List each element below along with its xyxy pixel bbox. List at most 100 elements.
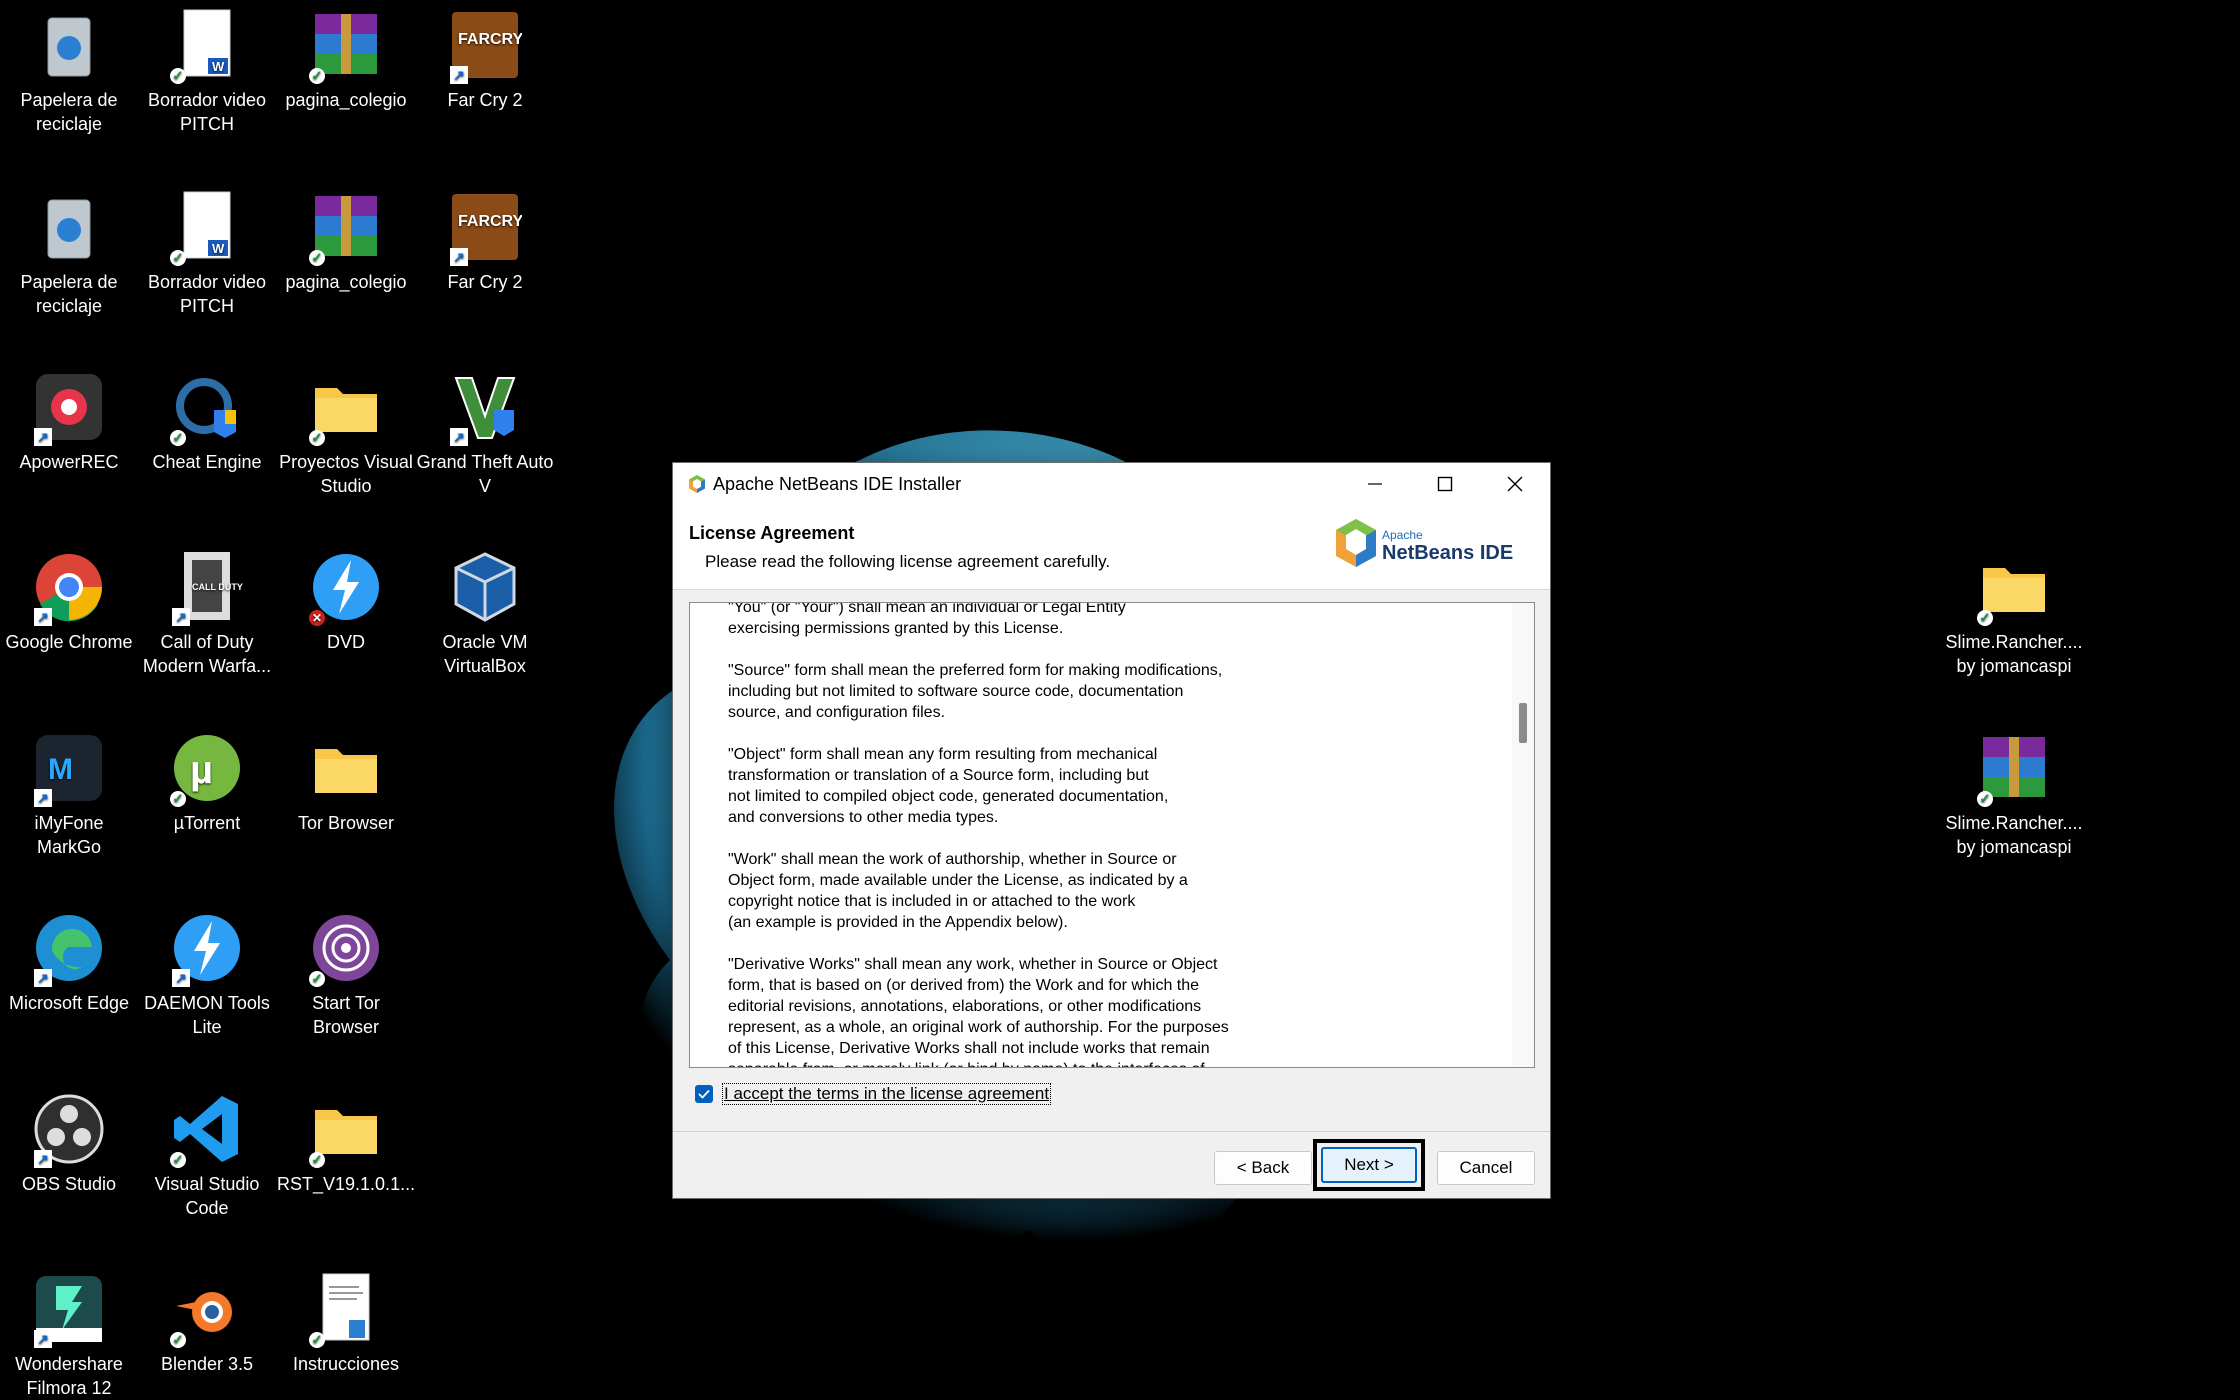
desktop-icon-dvd[interactable]: ✕ DVD	[277, 550, 415, 654]
installer-window: Apache NetBeans IDE Installer License Ag…	[672, 462, 1551, 1199]
svg-text:µ: µ	[190, 748, 213, 792]
desktop-icon-archive[interactable]: ✓ pagina_colegio	[277, 190, 415, 294]
accept-terms-checkbox[interactable]	[695, 1085, 713, 1103]
word-document-icon: W ✓	[170, 8, 244, 84]
desktop-icon-vscode[interactable]: ✓ Visual Studio Code	[138, 1092, 276, 1220]
chrome-icon: ↗	[32, 550, 106, 626]
desktop-icon-folder[interactable]: ✓ Proyectos Visual Studio	[277, 370, 415, 498]
recycle-bin-icon	[32, 8, 106, 82]
sync-check-icon: ✓	[170, 68, 186, 84]
apowerrec-icon: ↗	[32, 370, 106, 446]
scrollbar-thumb[interactable]	[1519, 703, 1527, 743]
desktop-icon-obs[interactable]: ↗ OBS Studio	[0, 1092, 138, 1196]
minimize-button[interactable]	[1340, 463, 1410, 505]
desktop-icon-gta[interactable]: ↗ Grand Theft Auto V	[416, 370, 554, 498]
call-of-duty-icon: CALL DUTY ↗	[170, 550, 244, 626]
desktop-icon-word-doc[interactable]: W ✓ Borrador video PITCH	[138, 8, 276, 136]
desktop-icon-virtualbox[interactable]: Oracle VM VirtualBox	[416, 550, 554, 678]
svg-text:W: W	[212, 241, 225, 256]
desktop-icon-far-cry[interactable]: FARCRY2↗ Far Cry 2	[416, 8, 554, 112]
accept-terms-label[interactable]: I accept the terms in the license agreem…	[721, 1083, 1052, 1105]
title-bar[interactable]: Apache NetBeans IDE Installer	[673, 463, 1550, 505]
desktop-icon-tor-browser[interactable]: ✓ Start Tor Browser	[277, 911, 415, 1039]
close-button[interactable]	[1480, 463, 1550, 505]
shortcut-arrow-icon: ↗	[172, 969, 190, 987]
folder-icon	[309, 731, 383, 805]
desktop-icon-slime-rancher-archive[interactable]: ✓ Slime.Rancher.... by jomancaspi	[1945, 731, 2083, 859]
desktop-icon-folder[interactable]: Tor Browser	[277, 731, 415, 835]
shortcut-arrow-icon: ↗	[34, 789, 52, 807]
desktop-icon-filmora[interactable]: ↗ Wondershare Filmora 12	[0, 1272, 138, 1400]
logo-netbeans-text: NetBeans IDE	[1382, 542, 1513, 564]
folder-icon: ✓	[1977, 550, 2051, 626]
blender-icon: ✓	[170, 1272, 244, 1348]
word-document-icon: W ✓	[170, 190, 244, 266]
edge-icon: ↗	[32, 911, 106, 987]
sync-check-icon: ✓	[309, 68, 325, 84]
desktop-icon-recycle-bin[interactable]: Papelera de reciclaje	[0, 190, 138, 318]
sync-check-icon: ✓	[170, 1332, 186, 1348]
tor-browser-icon: ✓	[309, 911, 383, 987]
shortcut-arrow-icon: ↗	[34, 1150, 52, 1168]
sync-check-icon: ✓	[309, 250, 325, 266]
virtualbox-icon	[448, 550, 522, 624]
logo-apache-text: Apache	[1382, 528, 1423, 542]
license-text-area[interactable]: "You" (or "Your") shall mean an individu…	[689, 602, 1535, 1068]
desktop-icon-far-cry[interactable]: FARCRY2↗ Far Cry 2	[416, 190, 554, 294]
page-title: License Agreement	[689, 523, 855, 543]
desktop-icon-folder[interactable]: ✓ RST_V19.1.0.1...	[277, 1092, 415, 1196]
winrar-archive-icon: ✓	[1977, 731, 2051, 807]
shortcut-arrow-icon: ↗	[450, 428, 468, 446]
checkmark-icon	[698, 1089, 710, 1099]
sync-check-icon: ✓	[1977, 610, 1993, 626]
license-scrollbar[interactable]	[1512, 603, 1534, 1067]
utorrent-icon: µ ✓	[170, 731, 244, 807]
desktop-icon-daemon-tools[interactable]: ↗ DAEMON Tools Lite	[138, 911, 276, 1039]
cancel-button[interactable]: Cancel	[1437, 1151, 1535, 1185]
close-icon	[1507, 476, 1523, 492]
desktop-icon-cheat-engine[interactable]: ✓ Cheat Engine	[138, 370, 276, 474]
winrar-archive-icon: ✓	[309, 8, 383, 84]
license-text: "You" (or "Your") shall mean an individu…	[728, 602, 1229, 1067]
minimize-icon	[1368, 483, 1382, 485]
obs-icon: ↗	[32, 1092, 106, 1168]
wizard-header: License Agreement Please read the follow…	[673, 505, 1550, 590]
sync-check-icon: ✓	[170, 430, 186, 446]
desktop-icon-chrome[interactable]: ↗ Google Chrome	[0, 550, 138, 654]
desktop-icon-blender[interactable]: ✓ Blender 3.5	[138, 1272, 276, 1376]
netbeans-logo: Apache NetBeans IDE	[1336, 519, 1513, 567]
gta-v-icon: ↗	[448, 370, 522, 446]
desktop-icon-word-doc[interactable]: W ✓ Borrador video PITCH	[138, 190, 276, 318]
sync-check-icon: ✓	[170, 1152, 186, 1168]
desktop-icon-archive[interactable]: ✓ pagina_colegio	[277, 8, 415, 112]
desktop-icon-instrucciones[interactable]: ✓ Instrucciones	[277, 1272, 415, 1376]
desktop-icon-utorrent[interactable]: µ ✓ µTorrent	[138, 731, 276, 835]
desktop-icon-markgo[interactable]: M ↗ iMyFone MarkGo	[0, 731, 138, 859]
svg-text:W: W	[212, 59, 225, 74]
shortcut-arrow-icon: ↗	[34, 428, 52, 446]
next-button-focus-frame: Next >	[1313, 1139, 1425, 1191]
recycle-bin-icon	[32, 190, 106, 264]
svg-text:FARCRY2: FARCRY2	[458, 213, 522, 230]
maximize-button[interactable]	[1410, 463, 1480, 505]
shortcut-arrow-icon: ↗	[34, 1330, 52, 1348]
page-subtitle: Please read the following license agreem…	[705, 552, 1111, 571]
far-cry-2-icon: FARCRY2 ↗	[448, 190, 522, 266]
svg-text:CALL DUTY: CALL DUTY	[192, 582, 243, 592]
back-button[interactable]: < Back	[1214, 1151, 1312, 1185]
daemon-tools-icon: ✕	[309, 550, 383, 626]
sync-check-icon: ✓	[309, 1152, 325, 1168]
shortcut-arrow-icon: ↗	[450, 248, 468, 266]
folder-icon: ✓	[309, 370, 383, 446]
desktop-icon-recycle-bin[interactable]: Papelera de reciclaje	[0, 8, 138, 136]
sync-error-icon: ✕	[309, 610, 325, 626]
desktop-icon-apowerrec[interactable]: ↗ ApowerREC	[0, 370, 138, 474]
footer-divider	[673, 1131, 1550, 1132]
filmora-icon: ↗	[32, 1272, 106, 1348]
desktop-icon-edge[interactable]: ↗ Microsoft Edge	[0, 911, 138, 1015]
desktop-icon-call-of-duty[interactable]: CALL DUTY ↗ Call of Duty Modern Warfa...	[138, 550, 276, 678]
next-button[interactable]: Next >	[1321, 1147, 1417, 1183]
sync-check-icon: ✓	[170, 250, 186, 266]
desktop-icon-slime-rancher-folder[interactable]: ✓ Slime.Rancher.... by jomancaspi	[1945, 550, 2083, 678]
svg-text:M: M	[48, 753, 73, 786]
